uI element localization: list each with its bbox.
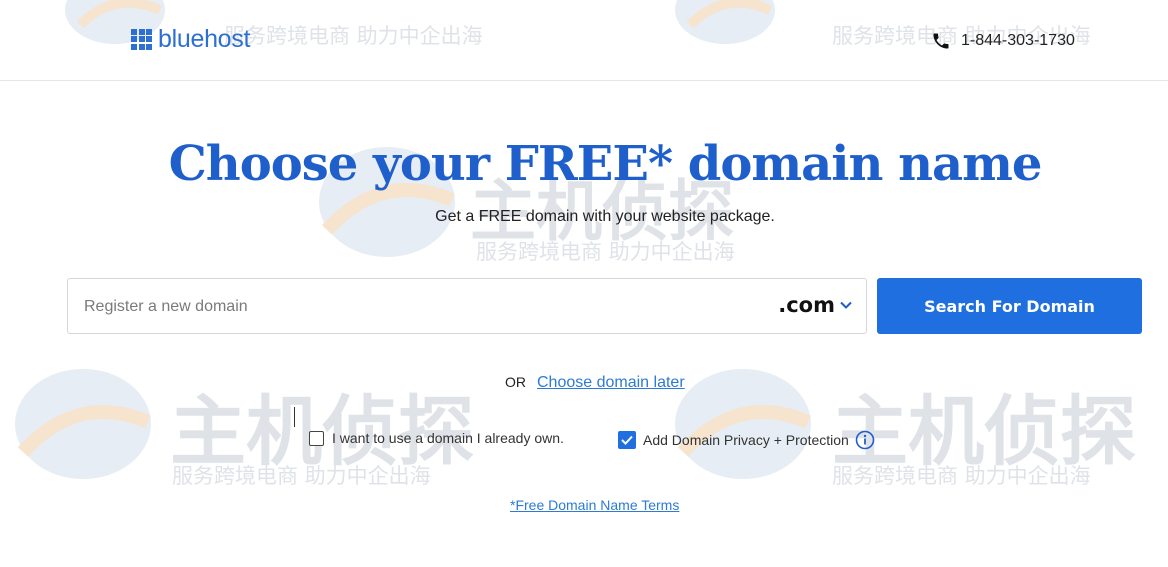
free-domain-terms-link[interactable]: *Free Domain Name Terms xyxy=(510,497,679,513)
watermark-tagline: 服务跨境电商 助力中企出海 xyxy=(832,464,1091,488)
watermark-tagline: 服务跨境电商 助力中企出海 xyxy=(476,240,735,264)
phone-icon xyxy=(933,33,949,49)
checkmark-icon xyxy=(621,435,633,445)
bluehost-grid-icon xyxy=(131,28,152,50)
or-text: OR xyxy=(505,374,526,390)
watermark-logo-icon xyxy=(15,369,151,479)
privacy-label: Add Domain Privacy + Protection xyxy=(643,432,849,448)
bluehost-logo[interactable]: bluehost xyxy=(131,26,250,52)
chevron-down-icon xyxy=(840,301,852,309)
choose-domain-later-link[interactable]: Choose domain later xyxy=(537,374,685,392)
alternative-row: OR Choose domain later xyxy=(505,374,685,392)
watermark-logo-text: 主机侦探 xyxy=(170,370,474,480)
page-title: Choose your FREE* domain name xyxy=(168,136,1043,192)
own-domain-checkbox[interactable] xyxy=(309,430,324,446)
watermark-logo-icon xyxy=(675,369,811,479)
privacy-option[interactable]: Add Domain Privacy + Protection xyxy=(618,430,875,450)
tld-selected: .com xyxy=(778,293,835,317)
search-for-domain-button[interactable]: Search For Domain xyxy=(877,278,1142,334)
domain-search-input[interactable] xyxy=(82,279,726,335)
own-domain-label: I want to use a domain I already own. xyxy=(332,430,564,446)
site-header: bluehost 1-844-303-1730 xyxy=(0,0,1168,81)
tld-dropdown[interactable]: .com xyxy=(778,293,852,317)
watermark-tagline: 服务跨境电商 助力中企出海 xyxy=(172,464,431,488)
own-domain-option[interactable]: I want to use a domain I already own. xyxy=(309,430,564,446)
phone-contact[interactable]: 1-844-303-1730 xyxy=(931,31,1075,51)
domain-search-box: .com xyxy=(67,278,867,335)
page-subtitle: Get a FREE domain with your website pack… xyxy=(435,208,775,225)
watermark-logo-text: 主机侦探 xyxy=(832,387,1136,476)
info-icon[interactable] xyxy=(855,430,875,450)
phone-number: 1-844-303-1730 xyxy=(961,32,1075,49)
text-cursor xyxy=(294,407,295,427)
privacy-checkbox[interactable] xyxy=(618,431,636,449)
logo-text: bluehost xyxy=(158,25,251,53)
